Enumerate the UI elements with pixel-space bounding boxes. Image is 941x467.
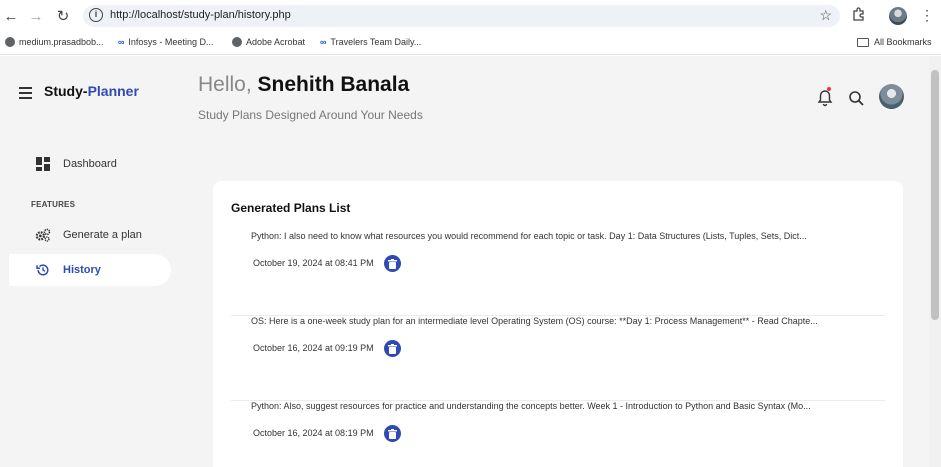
plan-summary[interactable]: OS: Here is a one-week study plan for an… xyxy=(251,316,818,326)
meeting-icon: ∞ xyxy=(118,37,125,47)
extensions-icon[interactable] xyxy=(852,7,866,24)
forward-icon[interactable]: → xyxy=(26,6,46,26)
app-container: Study-Planner Hello, Snehith Banala Stud… xyxy=(0,56,929,467)
features-heading: FEATURES xyxy=(31,200,76,209)
globe-icon xyxy=(5,37,15,47)
plans-card: Generated Plans List Python: I also need… xyxy=(213,181,903,467)
bookmarks-bar: medium.prasadbob... ∞ Infosys - Meeting D… xyxy=(0,33,941,55)
globe-icon xyxy=(232,37,242,47)
plan-date: October 16, 2024 at 09:19 PM xyxy=(253,343,374,353)
delete-button[interactable] xyxy=(384,425,401,442)
url-text[interactable]: http://localhost/study-plan/history.php xyxy=(110,9,291,21)
bookmark-item[interactable]: medium.prasadbob... xyxy=(5,37,104,47)
plan-date: October 16, 2024 at 08:19 PM xyxy=(253,428,374,438)
reload-icon[interactable]: ↻ xyxy=(53,6,73,26)
trash-icon xyxy=(388,343,397,354)
sidebar-item-label: Dashboard xyxy=(63,158,117,170)
sidebar-item-dashboard[interactable]: Dashboard xyxy=(35,156,117,172)
all-bookmarks[interactable]: All Bookmarks xyxy=(857,37,932,47)
brand-logo: Study-Planner xyxy=(44,83,139,99)
dashboard-icon xyxy=(35,156,51,172)
scrollbar-thumb[interactable] xyxy=(931,70,939,320)
trash-icon xyxy=(388,428,397,439)
sidebar-item-label: History xyxy=(63,264,101,276)
trash-icon xyxy=(388,258,397,269)
search-icon[interactable] xyxy=(846,88,866,108)
history-row: History xyxy=(35,262,101,278)
plan-summary[interactable]: Python: Also, suggest resources for prac… xyxy=(251,401,811,411)
list-item: Python: Also, suggest resources for prac… xyxy=(231,401,885,467)
address-bar[interactable]: i http://localhost/study-plan/history.ph… xyxy=(83,5,840,27)
plan-summary[interactable]: Python: I also need to know what resourc… xyxy=(251,231,807,241)
user-avatar[interactable] xyxy=(879,84,904,109)
hamburger-icon[interactable] xyxy=(19,87,33,99)
menu-icon[interactable]: ⋮ xyxy=(920,7,934,24)
bookmark-item[interactable]: ∞ Travelers Team Daily... xyxy=(320,37,421,47)
folder-icon xyxy=(857,37,869,47)
bell-icon[interactable] xyxy=(815,88,835,108)
sidebar-item-label: Generate a plan xyxy=(63,229,142,241)
delete-button[interactable] xyxy=(384,255,401,272)
meeting-icon: ∞ xyxy=(320,37,327,47)
sidebar-item-generate[interactable]: Generate a plan xyxy=(35,227,142,243)
delete-button[interactable] xyxy=(384,340,401,357)
browser-toolbar: ← → ↻ i http://localhost/study-plan/hist… xyxy=(0,0,941,33)
list-item: OS: Here is a one-week study plan for an… xyxy=(231,316,885,401)
bookmark-item[interactable]: ∞ Infosys - Meeting D... xyxy=(118,37,213,47)
gears-icon xyxy=(35,227,51,243)
card-title: Generated Plans List xyxy=(231,201,351,215)
list-item: Python: I also need to know what resourc… xyxy=(231,231,885,316)
info-icon[interactable]: i xyxy=(89,8,103,22)
page-scrollbar[interactable] xyxy=(929,56,941,467)
bookmark-item[interactable]: Adobe Acrobat xyxy=(232,37,305,47)
history-icon xyxy=(35,262,51,278)
profile-avatar[interactable] xyxy=(889,7,907,25)
sidebar-item-history[interactable]: History xyxy=(9,254,171,286)
page-subtitle: Study Plans Designed Around Your Needs xyxy=(198,108,423,122)
user-name: Snehith Banala xyxy=(257,73,410,96)
notification-dot xyxy=(827,87,831,91)
plan-date: October 19, 2024 at 08:41 PM xyxy=(253,258,374,268)
back-icon[interactable]: ← xyxy=(1,6,21,26)
greeting: Hello, Snehith Banala xyxy=(198,73,410,96)
star-icon[interactable]: ☆ xyxy=(819,7,832,24)
